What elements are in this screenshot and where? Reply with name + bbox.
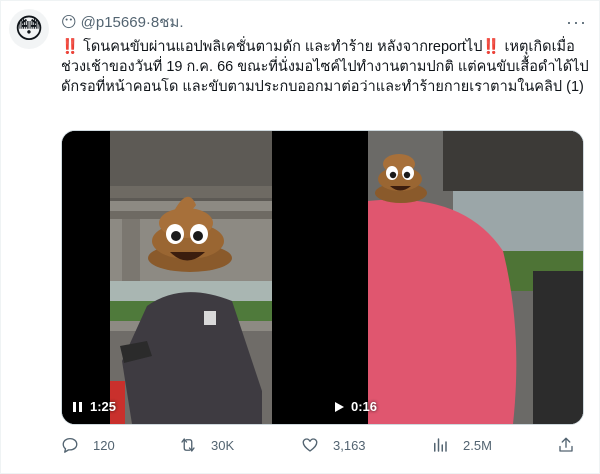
video-2[interactable]: 0:16 xyxy=(323,131,583,424)
views-button[interactable]: 2.5M xyxy=(431,436,492,454)
video-2-duration-text: 0:16 xyxy=(351,399,378,414)
reply-button[interactable]: 120 xyxy=(61,436,115,454)
views-chart-icon xyxy=(434,438,447,452)
like-count: 3,163 xyxy=(333,437,366,453)
video-2-frame xyxy=(323,131,583,424)
reply-count: 120 xyxy=(93,437,115,453)
pause-icon[interactable] xyxy=(72,401,84,413)
share-button[interactable] xyxy=(557,436,589,454)
repost-button[interactable]: 30K xyxy=(179,436,234,454)
media-grid: 1:25 0:16 xyxy=(61,130,584,425)
tweet-text: ‼️ โดนคนขับผ่านแอปพลิเคชั่นตามดัก และทำร… xyxy=(61,39,589,95)
tweet-card[interactable]: 😳 😶 @p15669 · 8ชม. ··· ‼️ โดนคนขับผ่านแอ… xyxy=(0,0,600,474)
tweet-header: 😶 @p15669 · 8ชม. ··· xyxy=(61,11,587,33)
video-1-duration: 1:25 xyxy=(72,399,116,414)
tweet-actions: 120 30K 3,163 2.5M xyxy=(61,431,581,459)
reply-icon xyxy=(62,437,78,453)
repost-icon xyxy=(181,438,195,452)
video-2-duration: 0:16 xyxy=(333,399,377,414)
display-name-emoji: 😶 xyxy=(61,14,77,31)
video-1-frame xyxy=(62,131,320,424)
view-count: 2.5M xyxy=(463,437,492,453)
user-handle[interactable]: @p15669 xyxy=(81,14,146,31)
heart-icon xyxy=(302,438,318,452)
video-1-duration-text: 1:25 xyxy=(90,399,117,414)
video-1[interactable]: 1:25 xyxy=(62,131,320,424)
avatar[interactable]: 😳 xyxy=(9,9,49,49)
more-options-icon[interactable]: ··· xyxy=(566,12,587,33)
avatar-emoji: 😳 xyxy=(14,13,44,44)
repost-count: 30K xyxy=(211,437,235,453)
play-icon[interactable] xyxy=(333,401,345,413)
tweet-timestamp[interactable]: 8ชม. xyxy=(151,10,184,34)
share-icon xyxy=(559,437,573,452)
like-button[interactable]: 3,163 xyxy=(301,436,366,454)
